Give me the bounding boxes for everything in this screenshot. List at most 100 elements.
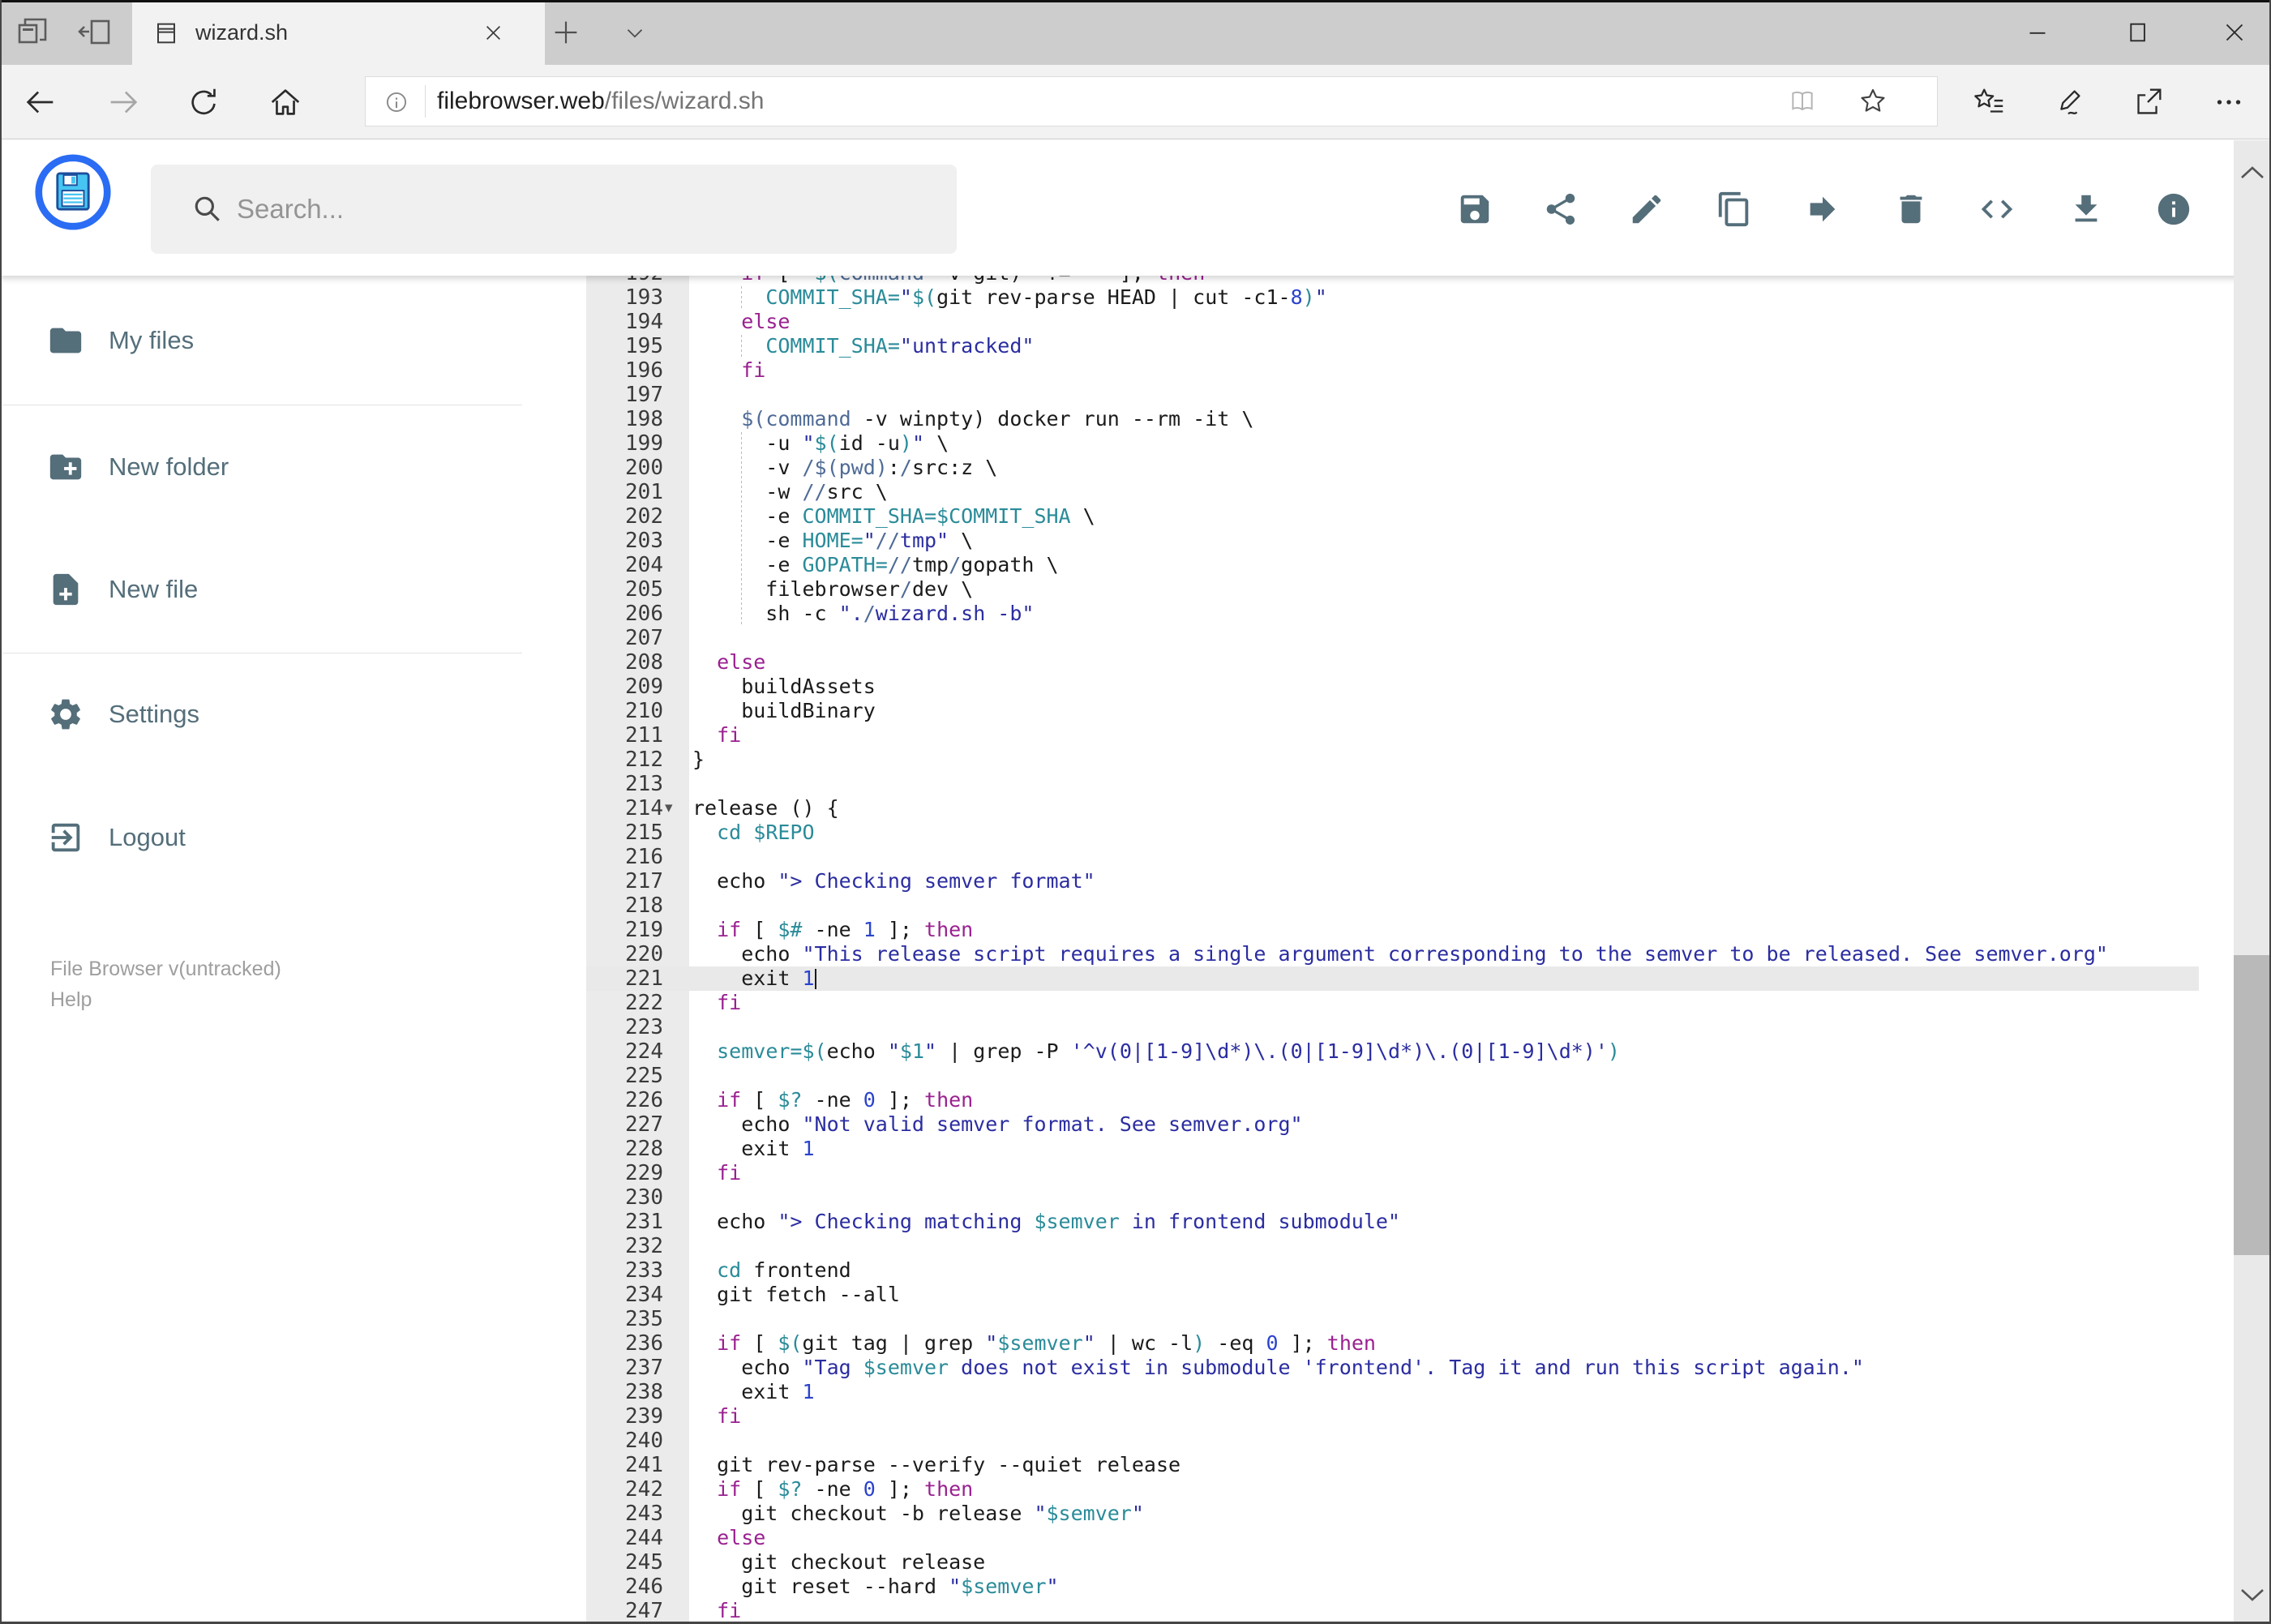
- browser-tab[interactable]: wizard.sh: [132, 0, 545, 65]
- sidebar-item-label: Settings: [109, 700, 200, 728]
- new-tab-icon[interactable]: [550, 16, 589, 55]
- line-number: 225: [625, 1064, 663, 1088]
- line-number: 217: [625, 869, 663, 893]
- set-tabs-aside-icon[interactable]: [76, 13, 115, 52]
- line-number: 235: [625, 1307, 663, 1331]
- line-number: 198: [625, 407, 663, 431]
- url-text[interactable]: filebrowser.web/files/wizard.sh: [437, 77, 765, 126]
- line-number: 207: [625, 626, 663, 650]
- close-icon[interactable]: [2198, 0, 2271, 65]
- search-placeholder: Search...: [237, 194, 345, 224]
- line-number: 205: [625, 577, 663, 602]
- delete-icon[interactable]: [1886, 184, 1936, 234]
- line-number: 238: [625, 1380, 663, 1404]
- sidebar-item-settings[interactable]: Settings: [0, 689, 535, 739]
- site-info-icon[interactable]: [381, 87, 412, 118]
- more-icon[interactable]: [2210, 84, 2247, 121]
- info-icon[interactable]: [2149, 184, 2199, 234]
- line-number: 218: [625, 893, 663, 918]
- hub-icon[interactable]: [1970, 84, 2007, 121]
- browser-tab-bar: wizard.sh: [0, 0, 2271, 65]
- line-number: 239: [625, 1404, 663, 1429]
- edit-icon[interactable]: [1622, 184, 1672, 234]
- favorite-star-icon[interactable]: [1856, 84, 1890, 118]
- line-number: 215: [625, 821, 663, 845]
- tab-list-chevron-icon[interactable]: [621, 19, 660, 58]
- window-border-top: [0, 0, 2271, 2]
- line-number: 199: [625, 431, 663, 456]
- scroll-up-icon[interactable]: [2239, 163, 2266, 182]
- line-number: 216: [625, 845, 663, 869]
- line-number: 242: [625, 1477, 663, 1502]
- sidebar-item-label: New folder: [109, 452, 229, 481]
- line-number: 231: [625, 1210, 663, 1234]
- reading-view-icon[interactable]: [1786, 85, 1819, 118]
- line-number: 212: [625, 748, 663, 772]
- line-number: 201: [625, 480, 663, 504]
- sidebar-item-my-files[interactable]: My files: [0, 315, 535, 366]
- line-number: 227: [625, 1112, 663, 1137]
- maximize-icon[interactable]: [2102, 0, 2175, 65]
- save-icon[interactable]: [1450, 184, 1500, 234]
- download-icon[interactable]: [2061, 184, 2111, 234]
- move-icon[interactable]: [1798, 184, 1848, 234]
- forward-icon[interactable]: [105, 84, 142, 121]
- search-input[interactable]: Search...: [151, 165, 957, 254]
- line-number: 223: [625, 1015, 663, 1039]
- text-cursor: [814, 969, 816, 989]
- search-icon: [190, 191, 225, 227]
- line-number: 224: [625, 1039, 663, 1064]
- sidebar-item-new-folder[interactable]: New folder: [0, 442, 535, 492]
- url-bar[interactable]: filebrowser.web/files/wizard.sh: [365, 76, 1938, 126]
- back-icon[interactable]: [22, 84, 59, 121]
- line-number: 234: [625, 1283, 663, 1307]
- scroll-down-icon[interactable]: [2239, 1585, 2266, 1605]
- line-number: 197: [625, 383, 663, 407]
- line-number: 246: [625, 1575, 663, 1599]
- line-number: 204: [625, 553, 663, 577]
- line-number: 192: [586, 276, 663, 285]
- page-scrollbar[interactable]: [2234, 140, 2271, 1624]
- document-icon: [153, 20, 179, 46]
- line-number: 237: [625, 1356, 663, 1380]
- line-number: 226: [625, 1088, 663, 1112]
- line-number: 195: [625, 334, 663, 358]
- app-version-text: File Browser v(untracked): [50, 958, 281, 980]
- line-number: 193: [625, 285, 663, 310]
- tab-preview-icon[interactable]: [13, 13, 52, 52]
- close-tab-icon[interactable]: [482, 22, 504, 44]
- refresh-icon[interactable]: [186, 84, 223, 121]
- folder-plus-icon: [47, 448, 84, 486]
- browser-toolbar: filebrowser.web/files/wizard.sh: [0, 65, 2271, 139]
- line-number: 200: [625, 456, 663, 480]
- sidebar-item-label: My files: [109, 326, 195, 354]
- home-icon[interactable]: [267, 84, 304, 121]
- line-number: 213: [625, 772, 663, 796]
- share-page-icon[interactable]: [2129, 84, 2166, 121]
- web-note-icon[interactable]: [2050, 84, 2087, 121]
- line-number: 236: [625, 1331, 663, 1356]
- sidebar: My files New folder New file Settings Logout…: [0, 276, 585, 1624]
- code-icon[interactable]: [1972, 184, 2022, 234]
- line-number: 228: [625, 1137, 663, 1161]
- tab-title: wizard.sh: [195, 20, 289, 45]
- url-divider: [425, 85, 426, 118]
- line-number: 222: [625, 991, 663, 1015]
- sidebar-item-new-file[interactable]: New file: [0, 564, 535, 615]
- line-number: 202: [625, 504, 663, 529]
- scrollbar-thumb[interactable]: [2234, 955, 2271, 1255]
- copy-icon[interactable]: [1709, 184, 1759, 234]
- app-header: Search...: [0, 139, 2271, 276]
- sidebar-item-logout[interactable]: Logout: [0, 812, 535, 863]
- line-number: 220: [625, 942, 663, 966]
- line-number: 247: [625, 1599, 663, 1623]
- minimize-icon[interactable]: [2001, 0, 2074, 65]
- help-link[interactable]: Help: [50, 984, 92, 1015]
- fold-arrow-icon[interactable]: ▾: [665, 796, 673, 821]
- line-number: 209: [625, 675, 663, 699]
- gear-icon: [47, 696, 84, 733]
- folder-icon: [47, 322, 84, 359]
- share-icon[interactable]: [1536, 184, 1586, 234]
- file-browser-logo[interactable]: [34, 153, 112, 231]
- logout-icon: [47, 819, 84, 856]
